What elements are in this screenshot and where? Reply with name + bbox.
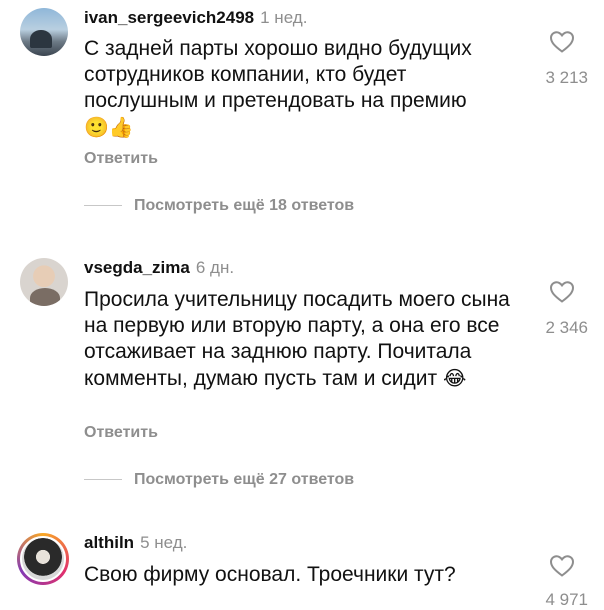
comment-body: Свою фирму основал. Троечники тут? [84,563,456,586]
username-link[interactable]: althiln [84,533,134,552]
comment-text: Свою фирму основал. Троечники тут? [84,562,524,588]
heart-outline-icon[interactable] [549,554,575,578]
comment-time: 5 нед. [140,533,188,552]
comment-item: althiln 5 нед. Свою фирму основал. Троечн… [0,0,604,609]
avatar[interactable] [20,536,66,582]
like-count: 4 971 [545,590,588,609]
comment-header: althiln 5 нед. [84,533,187,553]
